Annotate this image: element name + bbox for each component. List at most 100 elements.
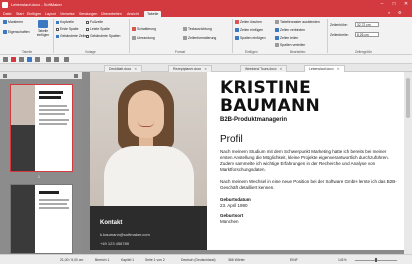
close-icon[interactable]: ✕	[400, 0, 412, 9]
select-table-icon	[3, 20, 7, 24]
schattierung-label: Schattierung	[137, 27, 157, 31]
markieren-button[interactable]: Markieren	[3, 20, 23, 24]
check-gebaenderte-zeilen[interactable]: Gebänderte Zeilen	[56, 34, 88, 38]
zeilen-einfuegen-button[interactable]: Zeilen einfügen	[235, 28, 263, 32]
zoom-slider-knob[interactable]	[375, 258, 377, 262]
zoom-slider[interactable]	[355, 258, 397, 262]
thumb-line	[39, 207, 69, 209]
spalten-einfuegen-button[interactable]: Spalten einfügen	[235, 36, 265, 40]
profile-photo[interactable]	[90, 72, 207, 206]
insert-table-icon	[38, 20, 48, 28]
sidebar-toggle-icon[interactable]	[3, 57, 8, 62]
print-icon[interactable]	[35, 57, 40, 62]
zeilen-loeschen-label: Zeilen löschen	[240, 20, 262, 24]
close-tab-icon[interactable]: ✕	[134, 67, 137, 71]
check-letzte-spalte[interactable]: Letzte Spalte	[86, 27, 110, 31]
doc-tab-rezeptplaner[interactable]: Rezeptplaner.docx ✕	[168, 65, 212, 72]
distribute-columns-icon	[275, 43, 279, 47]
cell-format-icon	[183, 36, 187, 40]
thumb-line	[39, 123, 67, 125]
zeilenbreite-label: Zeilenbreite:	[330, 33, 349, 37]
checkbox-icon	[86, 27, 89, 31]
thumb-line	[39, 91, 63, 94]
zellenformatierung-button[interactable]: Zellenformatierung	[183, 36, 216, 40]
check-gebaenderte-spalten[interactable]: Gebänderte Spalten	[86, 34, 120, 38]
photo-face	[128, 90, 164, 138]
window-title: Lebenslauf.docx - SoftMaker	[11, 2, 62, 7]
cv-last-name: BAUMANN	[220, 96, 321, 116]
pointer-icon[interactable]	[64, 57, 69, 62]
zeilen-loeschen-button[interactable]: Zeilen löschen	[235, 20, 262, 24]
zellen-teilen-button[interactable]: Zellen teilen	[275, 36, 298, 40]
tabelle-einfuegen-button[interactable]: Tabelle einfügen	[34, 20, 52, 37]
thumb-line	[39, 105, 67, 107]
umrandung-button[interactable]: Umrandung	[132, 36, 155, 40]
group-einfuegen: Einfügen	[245, 49, 258, 54]
profil-paragraph-2: Nach meinem Wechsel in eine neue Positio…	[220, 179, 397, 190]
redo-icon[interactable]	[54, 57, 59, 62]
ribbon: Markieren Eigenschaften Tabelle einfügen…	[0, 17, 412, 55]
zeilenbreite-field[interactable]: 8,26 cm	[355, 31, 379, 37]
ribbon-tab-bar: Datei Start Einfügen Layout Verweise Sen…	[0, 9, 412, 17]
close-tab-icon[interactable]: ✕	[204, 67, 207, 71]
maximize-icon[interactable]: □	[388, 0, 400, 9]
group-vorlage: Vorlage	[85, 49, 96, 54]
zellenformatierung-label: Zellenformatierung	[188, 36, 217, 40]
check-erste-spalte[interactable]: Erste Spalte	[56, 27, 78, 31]
status-kapitel: Kapitel 1	[121, 258, 135, 262]
zeilenhoehe-label: Zeilenhöhe:	[330, 23, 348, 27]
shading-icon	[132, 27, 136, 31]
close-tab-icon[interactable]: ✕	[337, 67, 340, 71]
search-icon[interactable]: ⌕	[388, 10, 390, 15]
textausrichtung-button[interactable]: Textausrichtung	[183, 27, 212, 31]
checkbox-icon	[56, 20, 59, 24]
thumbnails-icon[interactable]	[3, 73, 7, 78]
spalten-verteilen-button[interactable]: Spalten verteilen	[275, 43, 305, 47]
thumb-line	[39, 113, 65, 115]
new-document-icon[interactable]	[11, 57, 16, 62]
eigenschaften-button[interactable]: Eigenschaften	[3, 30, 30, 34]
status-woerter: 366 Wörter	[228, 258, 245, 262]
zoom-level: 141%	[338, 258, 347, 262]
check-kopfzeile[interactable]: Kopfzeile	[56, 20, 74, 24]
doc-tab-deckblatt[interactable]: Deckblatt.docx ✕	[104, 65, 143, 72]
save-icon[interactable]	[27, 57, 32, 62]
ribbon-divider	[232, 19, 233, 53]
doc-tab-label: Rezeptplaner.docx	[173, 67, 202, 71]
page-thumbnail-2[interactable]	[10, 184, 73, 254]
tabellenraster-button[interactable]: Tabellenraster ausblenden	[275, 20, 320, 24]
document-page[interactable]: Kontakt k.baumann@softmaker.com +49 123 …	[90, 72, 404, 250]
zeilenhoehe-field[interactable]: 32,72 cm	[355, 21, 379, 27]
minimize-icon[interactable]: –	[376, 0, 388, 9]
merge-cells-icon	[275, 28, 279, 32]
status-einf: EINF	[290, 258, 298, 262]
status-seite: Seite 1 von 2	[145, 258, 165, 262]
zellen-teilen-label: Zellen teilen	[280, 36, 299, 40]
close-tab-icon[interactable]: ✕	[280, 67, 283, 71]
checkbox-icon	[56, 34, 59, 38]
doc-tab-weekend-tours[interactable]: Weekend Tours.docx ✕	[240, 65, 288, 72]
doc-tab-lebenslauf[interactable]: Lebenslauf.docx ✕	[304, 65, 345, 72]
photo-sweater	[104, 146, 194, 206]
status-sprache[interactable]: Deutsch (Deutschland)	[181, 258, 216, 262]
page-thumbnail-1[interactable]	[10, 84, 73, 172]
undo-icon[interactable]	[46, 57, 51, 62]
scrollbar-thumb[interactable]	[406, 78, 410, 118]
check-label: Fußzeile	[90, 20, 104, 24]
cv-left-column: Kontakt k.baumann@softmaker.com +49 123 …	[90, 72, 207, 250]
close-sidebar-icon[interactable]	[74, 73, 78, 78]
schattierung-button[interactable]: Schattierung	[132, 27, 156, 31]
vertical-scrollbar[interactable]	[404, 72, 412, 254]
page-number-1: 1	[38, 175, 40, 179]
open-icon[interactable]	[19, 57, 24, 62]
settings-icon[interactable]: ⚙	[398, 10, 402, 15]
app-icon[interactable]	[2, 1, 8, 8]
tabellenraster-label: Tabellenraster ausblenden	[280, 20, 320, 24]
zellen-verbinden-button[interactable]: Zellen verbinden	[275, 28, 305, 32]
check-fusszeile[interactable]: Fußzeile	[86, 20, 103, 24]
status-bar: 21,00 / 5,00 cm Bereich 1 Kapitel 1 Seit…	[0, 254, 412, 264]
ribbon-divider	[327, 19, 328, 53]
thumb-photo	[11, 85, 35, 125]
document-tab-bar: Deckblatt.docx ✕ Rezeptplaner.docx ✕ Weeke…	[0, 64, 412, 72]
doc-tab-label: Weekend Tours.docx	[245, 67, 277, 71]
